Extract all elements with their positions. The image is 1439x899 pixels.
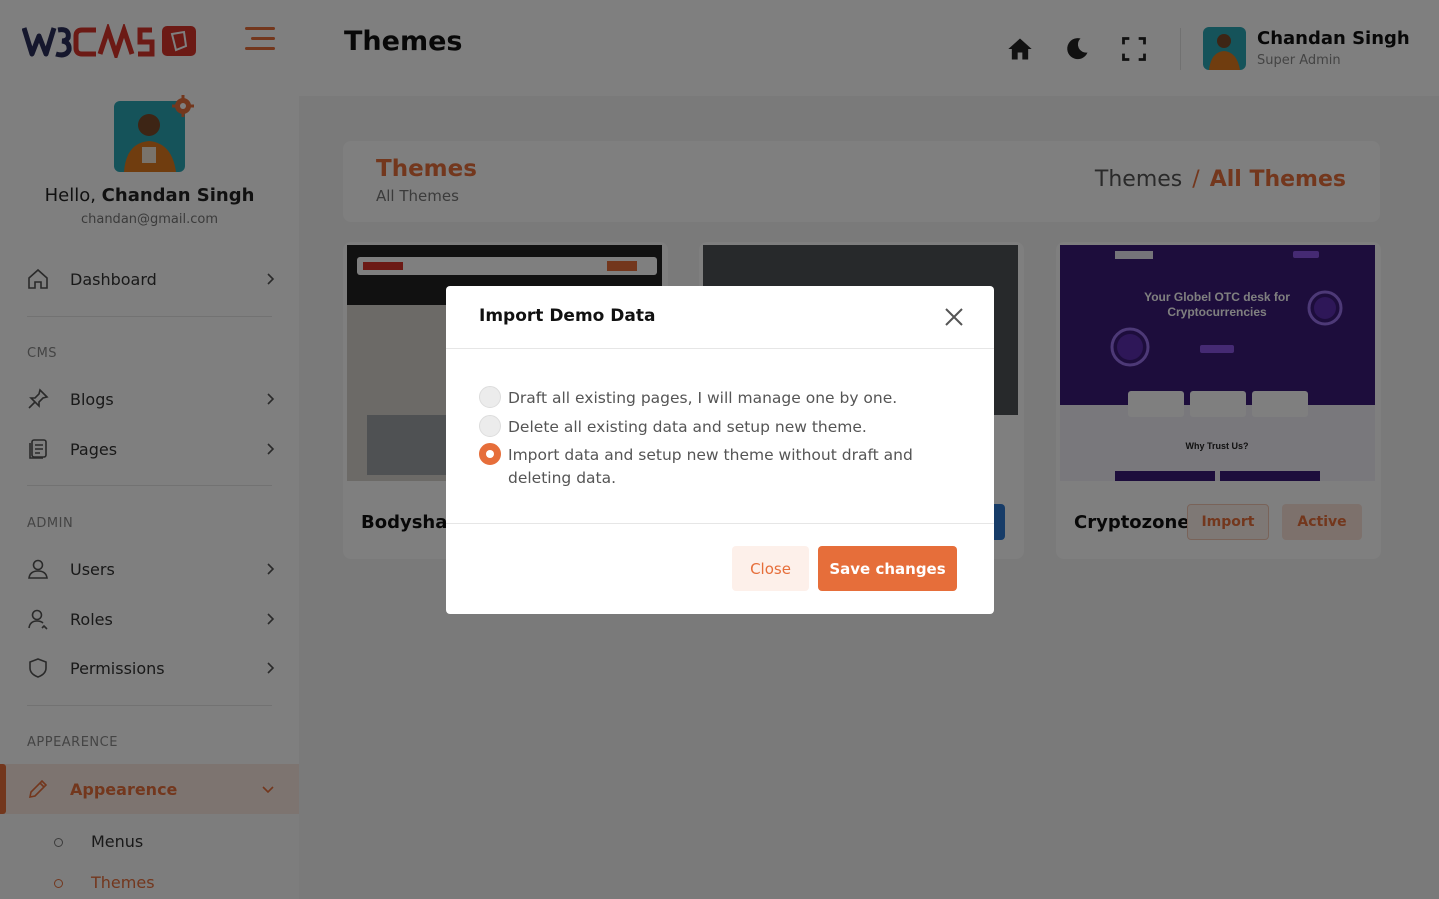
radio-label: Delete all existing data and setup new t… (508, 418, 867, 436)
import-demo-data-modal: Import Demo Data Draft all existing page… (446, 286, 994, 614)
radio-button[interactable] (479, 415, 501, 437)
modal-divider (446, 348, 994, 349)
modal-title: Import Demo Data (479, 306, 656, 326)
save-changes-button[interactable]: Save changes (818, 546, 957, 591)
radio-button[interactable] (479, 386, 501, 408)
modal-divider (446, 523, 994, 524)
radio-button-selected[interactable] (479, 443, 501, 465)
close-button[interactable]: Close (732, 546, 809, 591)
close-icon[interactable] (943, 306, 965, 328)
radio-label: Import data and setup new theme without … (508, 446, 913, 487)
radio-label: Draft all existing pages, I will manage … (508, 389, 898, 407)
